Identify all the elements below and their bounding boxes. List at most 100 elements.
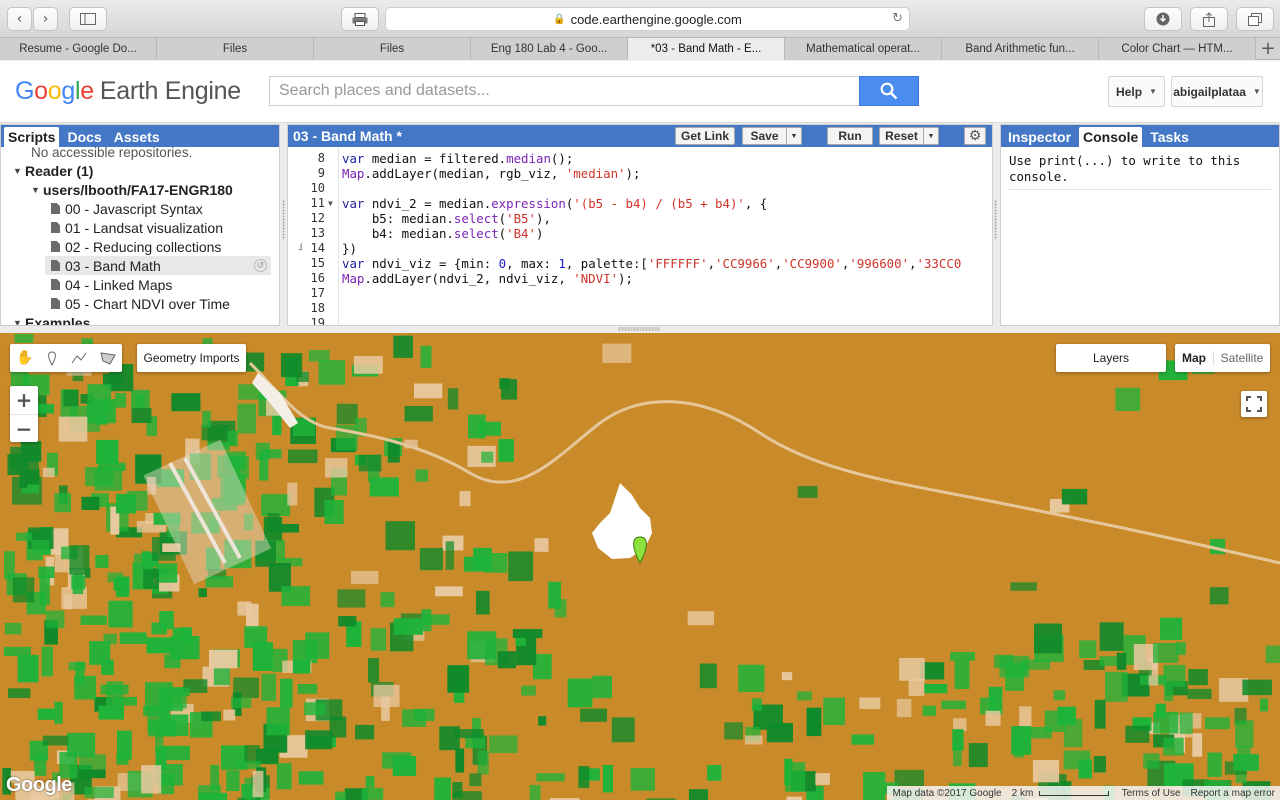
search-input[interactable]: Search places and datasets... [269, 76, 859, 106]
caret-down-icon: ▼ [1252, 87, 1261, 96]
field-patch [338, 615, 357, 627]
tab-console[interactable]: Console [1079, 127, 1143, 147]
field-patch [1099, 656, 1119, 666]
browser-tab-active[interactable]: *03 - Band Math - E... [628, 38, 785, 60]
browser-tab[interactable]: Color Chart — HTM... [1099, 38, 1256, 60]
browser-tab[interactable]: Files [314, 38, 471, 60]
tree-script-item[interactable]: 04 - Linked Maps [51, 275, 172, 294]
history-icon[interactable]: ↺ [254, 259, 267, 272]
user-dropdown[interactable]: abigailplataa ▼ [1171, 76, 1263, 107]
tree-script-item[interactable]: 01 - Landsat visualization [51, 218, 223, 237]
code-line-9: Map.addLayer(median, rgb_viz, 'median'); [342, 166, 641, 181]
tree-script-item-selected[interactable]: 03 - Band Math ↺ [45, 256, 271, 275]
save-dropdown[interactable]: ▼ [786, 127, 802, 145]
left-splitter-handle[interactable] [282, 200, 285, 240]
reset-button[interactable]: Reset [879, 127, 924, 145]
field-patch [141, 765, 162, 794]
field-patch [159, 689, 183, 712]
point-marker-icon[interactable] [46, 350, 58, 366]
field-patch [281, 586, 311, 606]
new-tab-button[interactable]: + [1256, 38, 1280, 59]
zoom-in-button[interactable]: + [10, 386, 38, 414]
scale-line [1039, 790, 1110, 796]
tree-script-item[interactable]: 02 - Reducing collections [51, 237, 221, 256]
sidebar-icon [80, 13, 96, 25]
map-type-satellite[interactable]: Satellite [1213, 351, 1270, 365]
tree-folder-examples[interactable]: ▼ Examples [13, 313, 90, 326]
tabs-overview-button[interactable] [1236, 7, 1274, 31]
fullscreen-button[interactable] [1241, 391, 1267, 417]
browser-tab[interactable]: Band Arithmetic fun... [942, 38, 1099, 60]
field-patch [7, 454, 29, 476]
info-icon[interactable]: i [298, 242, 304, 253]
tree-script-item[interactable]: 00 - Javascript Syntax [51, 199, 203, 218]
browser-tab[interactable]: Mathematical operat... [785, 38, 942, 60]
browser-tab[interactable]: Files [157, 38, 314, 60]
fold-arrow-icon[interactable]: ▼ [328, 199, 333, 208]
file-icon [51, 203, 60, 214]
browser-tab[interactable]: Eng 180 Lab 4 - Goo... [471, 38, 628, 60]
field-patch [738, 664, 765, 692]
forward-button[interactable]: › [33, 7, 58, 31]
terms-link[interactable]: Terms of Use [1116, 786, 1186, 800]
field-patch [1192, 733, 1203, 757]
report-error-link[interactable]: Report a map error [1185, 786, 1280, 800]
reload-icon[interactable]: ↻ [892, 11, 903, 26]
field-patch [796, 691, 812, 701]
settings-button[interactable]: ⚙ [964, 127, 986, 145]
field-patch [385, 521, 415, 551]
field-patch [1163, 737, 1184, 756]
map-view[interactable]: ✋ Geometry Imports Layers Map Satellite … [0, 333, 1280, 800]
field-patch [223, 709, 236, 721]
field-patch [259, 452, 269, 481]
tab-tasks[interactable]: Tasks [1146, 127, 1193, 147]
field-patch [336, 403, 358, 425]
field-patch [688, 789, 709, 800]
get-link-button[interactable]: Get Link [675, 127, 735, 145]
tab-inspector[interactable]: Inspector [1004, 127, 1075, 147]
tree-folder-reader[interactable]: ▼ Reader (1) [13, 161, 93, 180]
field-patch [296, 371, 309, 382]
browser-tab[interactable]: Resume - Google Do... [0, 38, 157, 60]
download-icon [1156, 12, 1170, 26]
sidebar-button[interactable] [69, 7, 107, 31]
line-tool-icon[interactable] [71, 352, 87, 364]
share-button[interactable] [1190, 7, 1228, 31]
geometry-imports-button[interactable]: Geometry Imports [137, 344, 246, 372]
field-patch [298, 771, 324, 785]
field-patch [515, 637, 526, 646]
field-patch [477, 750, 489, 775]
print-button[interactable] [341, 7, 379, 31]
code-area[interactable]: 8 9 10 11 12 13 14 15 16 17 18 19 ▼ i va… [288, 147, 992, 325]
right-panel-tabs: Inspector Console Tasks [1001, 125, 1279, 147]
back-button[interactable]: ‹ [7, 7, 32, 31]
reset-dropdown[interactable]: ▼ [923, 127, 939, 145]
field-patch [276, 763, 292, 790]
downloads-button[interactable] [1144, 7, 1182, 31]
field-patch [498, 439, 514, 462]
map-type-map[interactable]: Map [1175, 351, 1213, 365]
zoom-out-button[interactable]: − [10, 414, 38, 442]
map-resize-handle[interactable] [618, 327, 660, 331]
field-patch [96, 439, 119, 464]
field-patch [859, 697, 881, 709]
right-splitter-handle[interactable] [994, 200, 997, 240]
field-patch [908, 678, 925, 696]
tree-script-item[interactable]: 05 - Chart NDVI over Time [51, 294, 230, 313]
field-patch [369, 477, 399, 497]
field-patch [31, 539, 50, 554]
line-number: 18 [310, 301, 325, 315]
gear-icon: ⚙ [968, 128, 982, 144]
tree-folder-repo[interactable]: ▼ users/lbooth/FA17-ENGR180 [31, 180, 233, 199]
field-patch [355, 724, 375, 740]
polygon-tool-icon[interactable] [100, 351, 116, 365]
help-dropdown[interactable]: Help ▼ [1108, 76, 1165, 107]
save-button[interactable]: Save [742, 127, 787, 145]
url-bar[interactable]: 🔒 code.earthengine.google.com ↻ [385, 7, 910, 31]
search-button[interactable] [859, 76, 919, 106]
earth-engine-logo[interactable]: Google Earth Engine [15, 77, 241, 106]
hand-icon[interactable]: ✋ [16, 350, 33, 366]
run-button[interactable]: Run [827, 127, 873, 145]
field-patch [202, 410, 211, 428]
layers-button[interactable]: Layers [1056, 344, 1166, 372]
